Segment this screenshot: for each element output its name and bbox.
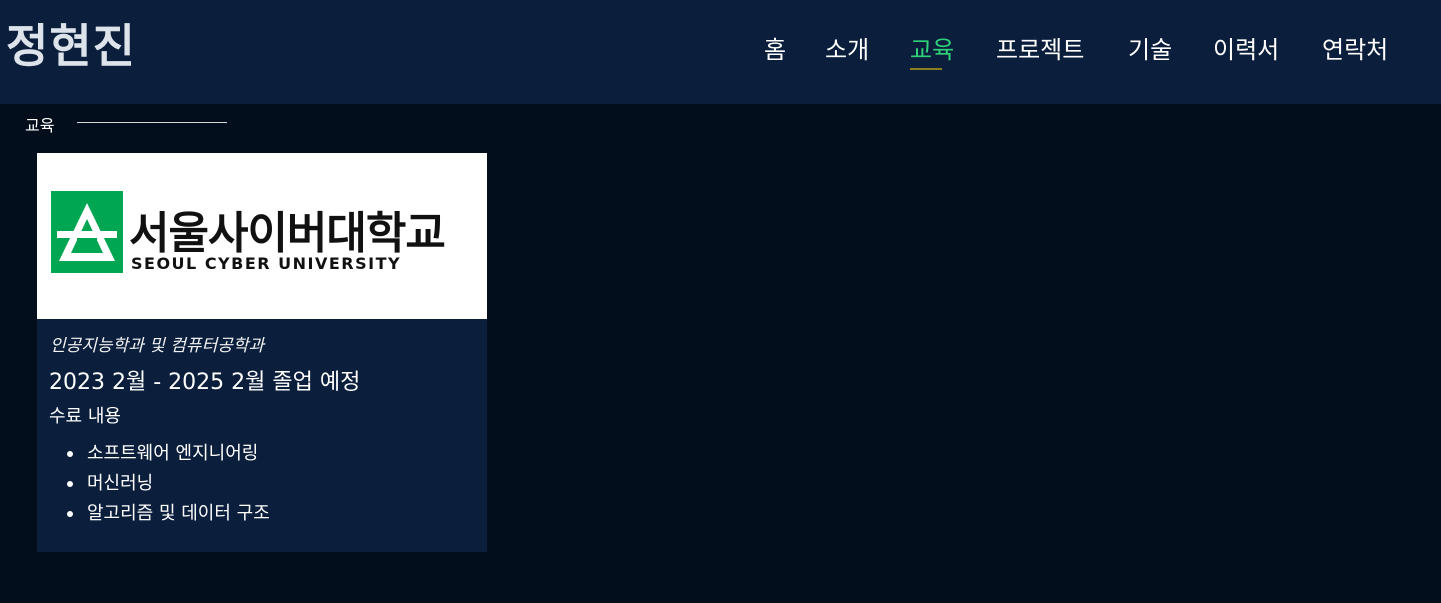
nav-projects[interactable]: 프로젝트 xyxy=(996,30,1084,65)
study-period: 2023 2월 - 2025 2월 졸업 예정 xyxy=(49,370,361,395)
courses-heading: 수료 내용 xyxy=(49,406,121,427)
education-card: 서울사이버대학교 SEOUL CYBER UNIVERSITY 인공지능학과 및… xyxy=(37,153,487,552)
logo-english-text: SEOUL CYBER UNIVERSITY xyxy=(131,254,402,273)
course-list: 소프트웨어 엔지니어링 머신러닝 알고리즘 및 데이터 구조 xyxy=(67,439,270,529)
nav-home[interactable]: 홈 xyxy=(764,30,786,65)
university-logo: 서울사이버대학교 SEOUL CYBER UNIVERSITY xyxy=(37,153,487,319)
course-item: 머신러닝 xyxy=(67,469,270,499)
nav-resume[interactable]: 이력서 xyxy=(1213,30,1279,65)
course-item: 소프트웨어 엔지니어링 xyxy=(67,439,270,469)
active-nav-underline xyxy=(910,68,942,70)
section-heading: 교육 xyxy=(25,116,55,135)
department-text: 인공지능학과 및 컴퓨터공학과 xyxy=(50,336,265,356)
main-nav: 홈 소개 교육 프로젝트 기술 이력서 연락처 xyxy=(0,30,1441,70)
nav-about[interactable]: 소개 xyxy=(825,30,869,65)
nav-skills[interactable]: 기술 xyxy=(1128,30,1172,65)
site-header: 정현진 홈 소개 교육 프로젝트 기술 이력서 연락처 xyxy=(0,0,1441,104)
university-emblem-icon xyxy=(51,191,123,273)
logo-korean-text: 서울사이버대학교 xyxy=(129,208,446,259)
nav-contact[interactable]: 연락처 xyxy=(1322,30,1388,65)
section-divider xyxy=(77,122,227,123)
course-item: 알고리즘 및 데이터 구조 xyxy=(67,499,270,529)
nav-education[interactable]: 교육 xyxy=(910,30,954,65)
